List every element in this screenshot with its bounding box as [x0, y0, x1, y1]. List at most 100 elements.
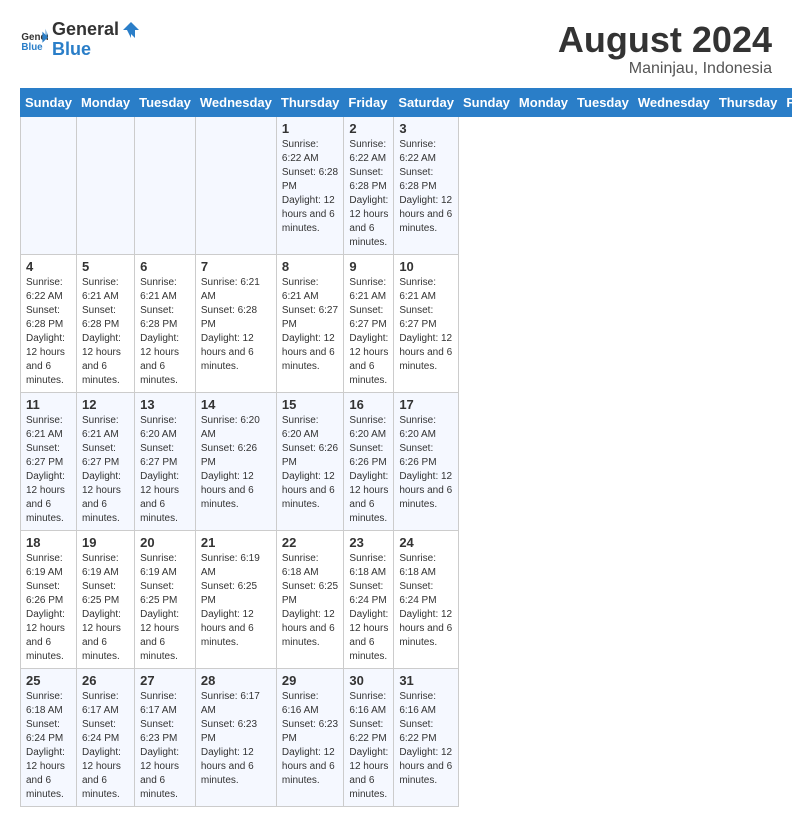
calendar-cell	[21, 116, 77, 254]
day-info: Sunrise: 6:19 AM Sunset: 6:26 PM Dayligh…	[26, 552, 71, 664]
calendar-cell: 16 Sunrise: 6:20 AM Sunset: 6:26 PM Dayli…	[344, 392, 394, 530]
calendar-cell: 15 Sunrise: 6:20 AM Sunset: 6:26 PM Dayli…	[276, 392, 344, 530]
calendar-cell: 7Sunrise: 6:21 AM Sunset: 6:28 PM Daylig…	[195, 254, 276, 392]
page-header: General Blue General Blue August 2024 Ma…	[20, 20, 772, 78]
day-number: 4	[26, 259, 71, 274]
calendar-cell: 10 Sunrise: 6:21 AM Sunset: 6:27 PM Dayli…	[394, 254, 459, 392]
calendar-table: SundayMondayTuesdayWednesdayThursdayFrid…	[20, 88, 792, 807]
day-number: 9	[349, 259, 388, 274]
day-info: Sunrise: 6:18 AM Sunset: 6:24 PM Dayligh…	[26, 690, 71, 802]
calendar-cell: 30 Sunrise: 6:16 AM Sunset: 6:22 PM Dayli…	[344, 668, 394, 806]
column-header-wednesday: Wednesday	[633, 88, 714, 116]
day-info: Sunrise: 6:16 AM Sunset: 6:22 PM Dayligh…	[399, 690, 453, 788]
calendar-cell: 22 Sunrise: 6:18 AM Sunset: 6:25 PM Dayli…	[276, 530, 344, 668]
calendar-cell: 9 Sunrise: 6:21 AM Sunset: 6:27 PM Daylig…	[344, 254, 394, 392]
column-header-thursday: Thursday	[276, 88, 344, 116]
day-info: Sunrise: 6:21 AM Sunset: 6:27 PM Dayligh…	[349, 276, 388, 388]
calendar-cell: 5Sunrise: 6:21 AM Sunset: 6:28 PM Daylig…	[76, 254, 134, 392]
column-header-friday: Friday	[344, 88, 394, 116]
day-info: Sunrise: 6:21 AM Sunset: 6:27 PM Dayligh…	[82, 414, 129, 526]
day-number: 6	[140, 259, 190, 274]
day-info: Sunrise: 6:21 AM Sunset: 6:27 PM Dayligh…	[26, 414, 71, 526]
calendar-cell: 11Sunrise: 6:21 AM Sunset: 6:27 PM Dayli…	[21, 392, 77, 530]
day-info: Sunrise: 6:20 AM Sunset: 6:26 PM Dayligh…	[282, 414, 339, 512]
calendar-cell: 23 Sunrise: 6:18 AM Sunset: 6:24 PM Dayli…	[344, 530, 394, 668]
day-number: 31	[399, 673, 453, 688]
svg-text:Blue: Blue	[21, 42, 43, 53]
column-header-thursday: Thursday	[714, 88, 782, 116]
day-info: Sunrise: 6:19 AM Sunset: 6:25 PM Dayligh…	[82, 552, 129, 664]
calendar-week-row: 4 Sunrise: 6:22 AM Sunset: 6:28 PM Daylig…	[21, 254, 792, 392]
column-header-monday: Monday	[76, 88, 134, 116]
day-info: Sunrise: 6:21 AM Sunset: 6:28 PM Dayligh…	[82, 276, 129, 388]
day-number: 10	[399, 259, 453, 274]
day-number: 23	[349, 535, 388, 550]
day-info: Sunrise: 6:20 AM Sunset: 6:26 PM Dayligh…	[349, 414, 388, 526]
calendar-cell: 14Sunrise: 6:20 AM Sunset: 6:26 PM Dayli…	[195, 392, 276, 530]
day-number: 8	[282, 259, 339, 274]
calendar-cell: 21Sunrise: 6:19 AM Sunset: 6:25 PM Dayli…	[195, 530, 276, 668]
calendar-week-row: 11Sunrise: 6:21 AM Sunset: 6:27 PM Dayli…	[21, 392, 792, 530]
column-header-sunday: Sunday	[21, 88, 77, 116]
day-number: 1	[282, 121, 339, 136]
day-info: Sunrise: 6:16 AM Sunset: 6:22 PM Dayligh…	[349, 690, 388, 802]
day-info: Sunrise: 6:20 AM Sunset: 6:27 PM Dayligh…	[140, 414, 190, 526]
calendar-cell: 28 Sunrise: 6:17 AM Sunset: 6:23 PM Dayli…	[195, 668, 276, 806]
calendar-cell	[135, 116, 196, 254]
day-number: 22	[282, 535, 339, 550]
month-year-title: August 2024	[558, 20, 772, 60]
day-info: Sunrise: 6:18 AM Sunset: 6:25 PM Dayligh…	[282, 552, 339, 650]
calendar-cell: 24Sunrise: 6:18 AM Sunset: 6:24 PM Dayli…	[394, 530, 459, 668]
column-header-monday: Monday	[514, 88, 572, 116]
day-number: 13	[140, 397, 190, 412]
day-number: 12	[82, 397, 129, 412]
day-number: 16	[349, 397, 388, 412]
day-info: Sunrise: 6:19 AM Sunset: 6:25 PM Dayligh…	[201, 552, 271, 650]
column-header-tuesday: Tuesday	[573, 88, 634, 116]
day-number: 29	[282, 673, 339, 688]
calendar-cell: 31 Sunrise: 6:16 AM Sunset: 6:22 PM Dayli…	[394, 668, 459, 806]
calendar-cell: 19 Sunrise: 6:19 AM Sunset: 6:25 PM Dayli…	[76, 530, 134, 668]
day-info: Sunrise: 6:21 AM Sunset: 6:28 PM Dayligh…	[201, 276, 271, 374]
day-info: Sunrise: 6:21 AM Sunset: 6:27 PM Dayligh…	[399, 276, 453, 374]
calendar-cell: 18 Sunrise: 6:19 AM Sunset: 6:26 PM Dayli…	[21, 530, 77, 668]
day-info: Sunrise: 6:21 AM Sunset: 6:28 PM Dayligh…	[140, 276, 190, 388]
calendar-cell: 8Sunrise: 6:21 AM Sunset: 6:27 PM Daylig…	[276, 254, 344, 392]
day-number: 14	[201, 397, 271, 412]
day-number: 28	[201, 673, 271, 688]
day-number: 18	[26, 535, 71, 550]
column-header-saturday: Saturday	[394, 88, 459, 116]
calendar-cell: 25Sunrise: 6:18 AM Sunset: 6:24 PM Dayli…	[21, 668, 77, 806]
column-header-wednesday: Wednesday	[195, 88, 276, 116]
column-header-tuesday: Tuesday	[135, 88, 196, 116]
day-info: Sunrise: 6:22 AM Sunset: 6:28 PM Dayligh…	[26, 276, 71, 388]
column-header-sunday: Sunday	[458, 88, 514, 116]
calendar-cell: 1Sunrise: 6:22 AM Sunset: 6:28 PM Daylig…	[276, 116, 344, 254]
day-info: Sunrise: 6:19 AM Sunset: 6:25 PM Dayligh…	[140, 552, 190, 664]
calendar-cell: 6 Sunrise: 6:21 AM Sunset: 6:28 PM Daylig…	[135, 254, 196, 392]
day-number: 3	[399, 121, 453, 136]
day-number: 30	[349, 673, 388, 688]
logo-icon: General Blue	[20, 26, 48, 54]
calendar-cell: 27Sunrise: 6:17 AM Sunset: 6:23 PM Dayli…	[135, 668, 196, 806]
day-info: Sunrise: 6:16 AM Sunset: 6:23 PM Dayligh…	[282, 690, 339, 788]
calendar-week-row: 18 Sunrise: 6:19 AM Sunset: 6:26 PM Dayli…	[21, 530, 792, 668]
day-info: Sunrise: 6:18 AM Sunset: 6:24 PM Dayligh…	[349, 552, 388, 664]
calendar-header-row: SundayMondayTuesdayWednesdayThursdayFrid…	[21, 88, 792, 116]
calendar-cell: 12 Sunrise: 6:21 AM Sunset: 6:27 PM Dayli…	[76, 392, 134, 530]
day-number: 19	[82, 535, 129, 550]
calendar-cell: 17Sunrise: 6:20 AM Sunset: 6:26 PM Dayli…	[394, 392, 459, 530]
calendar-cell	[195, 116, 276, 254]
calendar-cell	[76, 116, 134, 254]
calendar-week-row: 25Sunrise: 6:18 AM Sunset: 6:24 PM Dayli…	[21, 668, 792, 806]
title-area: August 2024 Maninjau, Indonesia	[558, 20, 772, 78]
calendar-cell: 13 Sunrise: 6:20 AM Sunset: 6:27 PM Dayli…	[135, 392, 196, 530]
location-subtitle: Maninjau, Indonesia	[558, 60, 772, 78]
logo-blue-text: Blue	[52, 39, 91, 59]
day-number: 20	[140, 535, 190, 550]
day-info: Sunrise: 6:17 AM Sunset: 6:23 PM Dayligh…	[201, 690, 271, 788]
day-number: 15	[282, 397, 339, 412]
day-info: Sunrise: 6:17 AM Sunset: 6:23 PM Dayligh…	[140, 690, 190, 802]
logo-general-text: General	[52, 20, 119, 40]
day-info: Sunrise: 6:20 AM Sunset: 6:26 PM Dayligh…	[399, 414, 453, 512]
